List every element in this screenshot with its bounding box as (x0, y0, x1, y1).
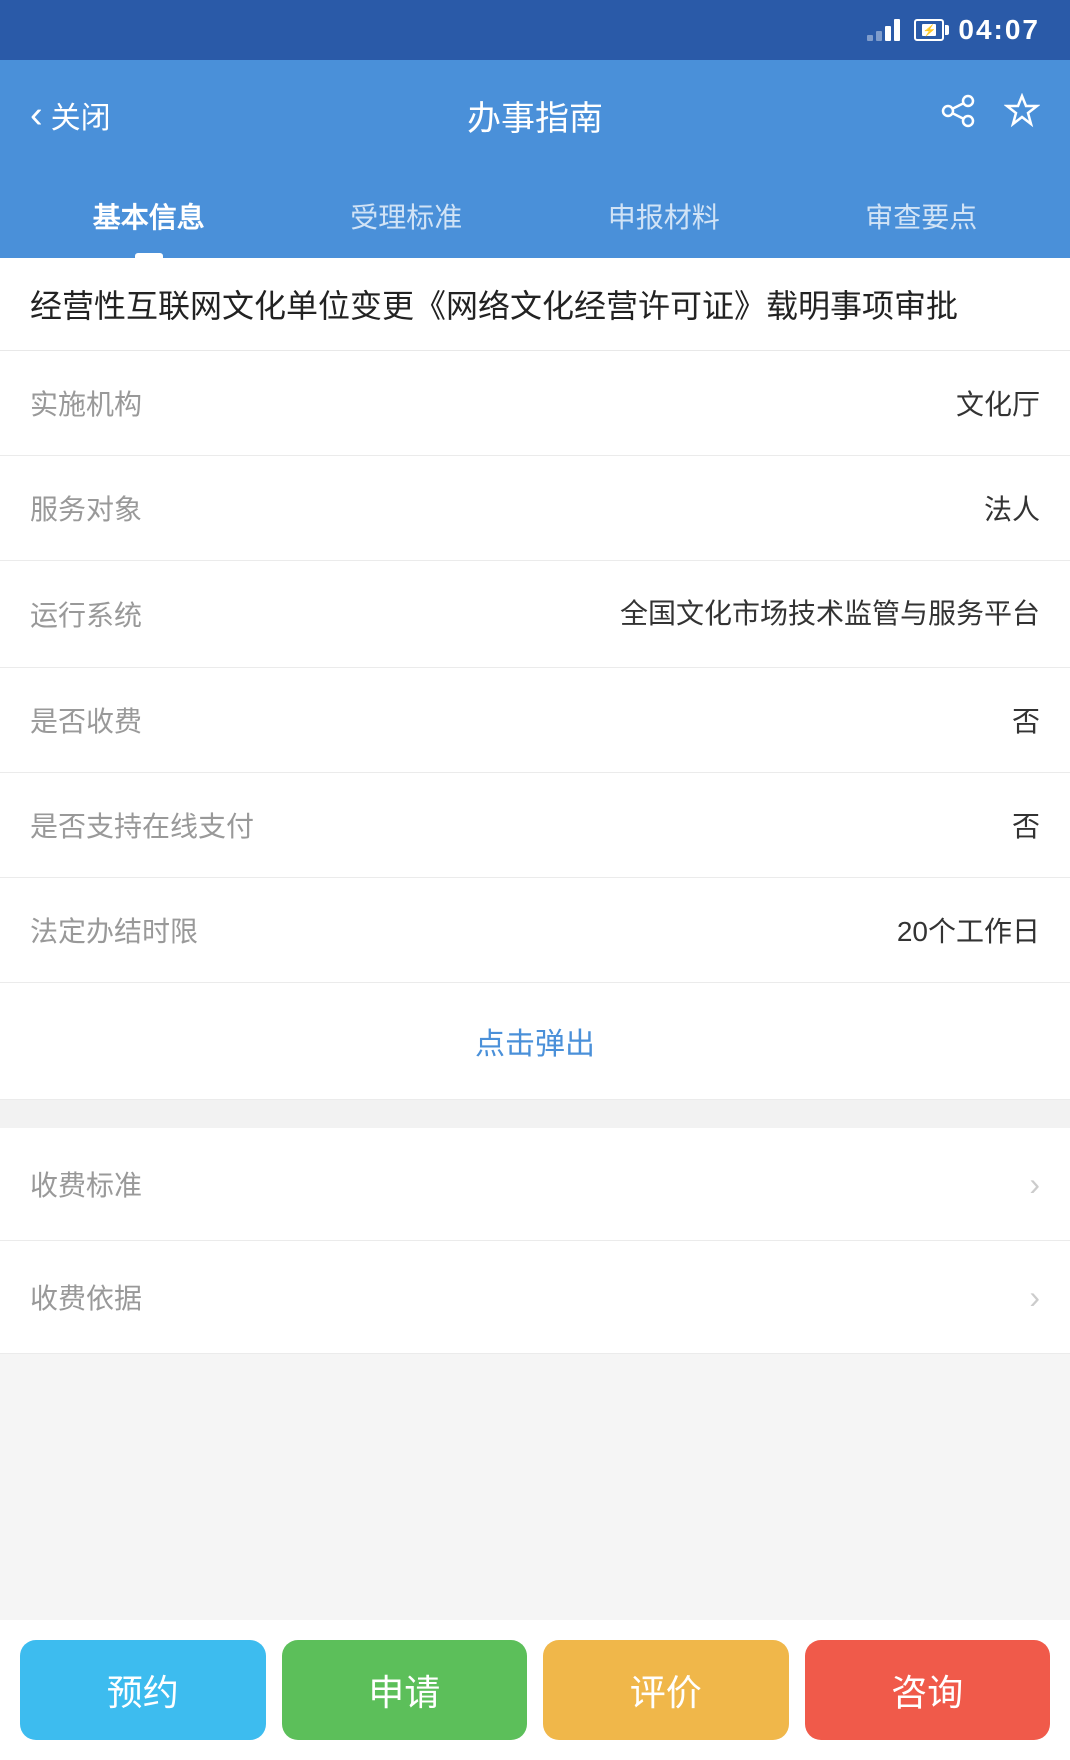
chevron-right-icon-fee-basis: › (1029, 1279, 1040, 1316)
battery-icon: ⚡ (914, 19, 944, 41)
info-row-deadline: 法定办结时限 20个工作日 (0, 878, 1070, 983)
info-value-institution: 文化厅 (142, 383, 1040, 423)
back-label: 关闭 (51, 93, 111, 137)
back-arrow-icon: ‹ (30, 94, 43, 137)
info-row-service: 服务对象 法人 (0, 456, 1070, 561)
menu-label-fee-basis: 收费依据 (30, 1277, 142, 1317)
share-icon[interactable] (940, 93, 976, 138)
info-section: 实施机构 文化厅 服务对象 法人 运行系统 全国文化市场技术监管与服务平台 是否… (0, 351, 1070, 1100)
bottom-action-bar: 预约 申请 评价 咨询 (0, 1620, 1070, 1760)
menu-section: 收费标准 › 收费依据 › (0, 1128, 1070, 1354)
info-label-institution: 实施机构 (30, 383, 142, 423)
info-label-service: 服务对象 (30, 488, 142, 528)
info-value-online-pay: 否 (254, 805, 1040, 845)
evaluate-button[interactable]: 评价 (543, 1640, 789, 1740)
signal-icon (867, 19, 900, 41)
status-icons: ⚡ 04:07 (867, 14, 1040, 46)
menu-label-fee-standard: 收费标准 (30, 1164, 142, 1204)
info-row-institution: 实施机构 文化厅 (0, 351, 1070, 456)
info-label-online-pay: 是否支持在线支付 (30, 805, 254, 845)
tab-basic[interactable]: 基本信息 (20, 186, 278, 258)
status-time: 04:07 (958, 14, 1040, 46)
info-row-system: 运行系统 全国文化市场技术监管与服务平台 (0, 561, 1070, 668)
page-title-section: 经营性互联网文化单位变更《网络文化经营许可证》载明事项审批 (0, 258, 1070, 351)
nav-actions (940, 93, 1040, 138)
tab-review[interactable]: 审查要点 (793, 186, 1051, 258)
nav-bar: ‹ 关闭 办事指南 (0, 60, 1070, 170)
apply-button[interactable]: 申请 (282, 1640, 528, 1740)
info-label-system: 运行系统 (30, 594, 142, 634)
tab-standards[interactable]: 受理标准 (278, 186, 536, 258)
page-title: 经营性互联网文化单位变更《网络文化经营许可证》载明事项审批 (30, 282, 1040, 330)
info-row-online-pay: 是否支持在线支付 否 (0, 773, 1070, 878)
popup-row[interactable]: 点击弹出 (0, 983, 1070, 1100)
reserve-button[interactable]: 预约 (20, 1640, 266, 1740)
status-bar: ⚡ 04:07 (0, 0, 1070, 60)
info-row-fee: 是否收费 否 (0, 668, 1070, 773)
back-button[interactable]: ‹ 关闭 (30, 93, 111, 137)
info-value-service: 法人 (142, 488, 1040, 528)
info-value-deadline: 20个工作日 (198, 910, 1040, 950)
menu-row-fee-standard[interactable]: 收费标准 › (0, 1128, 1070, 1241)
tab-bar: 基本信息 受理标准 申报材料 审查要点 (0, 170, 1070, 258)
nav-title: 办事指南 (467, 91, 603, 140)
info-label-deadline: 法定办结时限 (30, 910, 198, 950)
favorite-icon[interactable] (1004, 93, 1040, 138)
gray-divider (0, 1100, 1070, 1128)
popup-text: 点击弹出 (475, 1028, 595, 1061)
tab-materials[interactable]: 申报材料 (535, 186, 793, 258)
info-value-fee: 否 (142, 700, 1040, 740)
chevron-right-icon-fee-standard: › (1029, 1166, 1040, 1203)
consult-button[interactable]: 咨询 (805, 1640, 1051, 1740)
menu-row-fee-basis[interactable]: 收费依据 › (0, 1241, 1070, 1354)
info-value-system: 全国文化市场技术监管与服务平台 (560, 593, 1040, 635)
info-label-fee: 是否收费 (30, 700, 142, 740)
